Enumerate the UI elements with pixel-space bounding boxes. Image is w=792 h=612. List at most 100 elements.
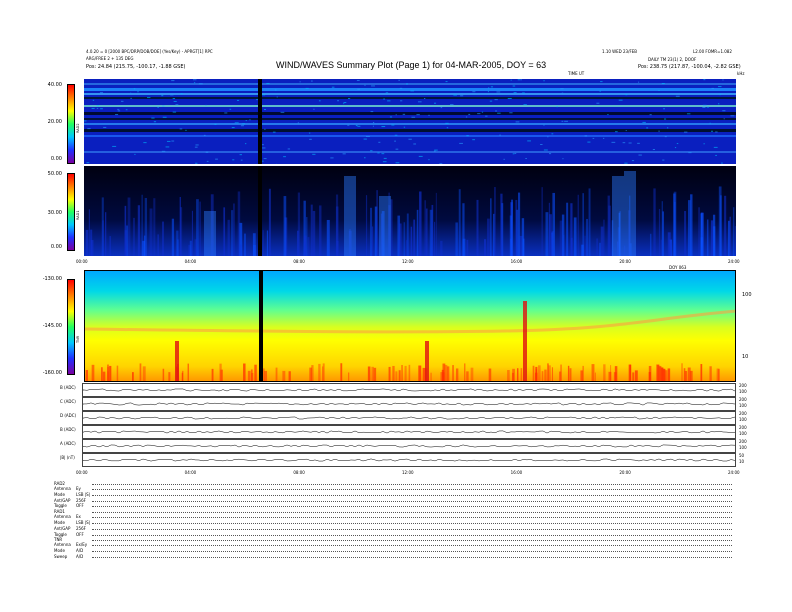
tnr-burst [523, 301, 527, 381]
rad2-speckle [514, 152, 517, 154]
rad1-streak [434, 221, 436, 256]
rad1-streak [179, 196, 181, 256]
rad2-speckle [394, 140, 396, 142]
rad2-speckle [466, 135, 469, 137]
rad2-speckle [512, 153, 515, 155]
rad1-streak [561, 214, 565, 256]
rad2-speckle [342, 153, 346, 155]
bottom-xtick-label: 08:00 [293, 470, 305, 475]
rad2-speckle [410, 90, 415, 92]
rad2-speckle [472, 139, 476, 141]
rad2-speckle [592, 137, 595, 139]
tnr-ytick-bottom: -160.00 [42, 370, 62, 376]
tnr-low-freq-mark [275, 367, 278, 381]
rad2-speckle [730, 115, 735, 117]
tnr-low-freq-mark [516, 368, 519, 381]
rad2-speckle [378, 141, 381, 143]
rad1-streak [227, 219, 230, 256]
rad2-speckle [596, 102, 600, 104]
tnr-low-freq-mark [395, 371, 398, 381]
tnr-low-freq-mark [541, 371, 544, 381]
rad1-xtick-label: 00:00 [76, 259, 88, 264]
rad2-speckle [112, 145, 117, 147]
rad2-speckle [395, 148, 399, 150]
rad2-speckle [622, 142, 626, 144]
rad2-speckle [96, 105, 100, 107]
rad1-streak [419, 191, 422, 256]
tnr-low-freq-mark [243, 363, 246, 381]
rad2-speckle [715, 154, 717, 156]
tnr-burst [425, 341, 429, 381]
rad2-speckle [662, 159, 665, 161]
rad1-streak [244, 233, 246, 256]
tnr-low-freq-mark [139, 363, 142, 381]
rad2-speckle [440, 107, 443, 109]
rad2-ylabel: RAD2 [76, 123, 80, 133]
rad2-speckle [203, 134, 206, 136]
tnr-low-freq-mark [162, 368, 165, 381]
rad1-burst [379, 196, 391, 256]
rad2-colorbar [67, 84, 75, 164]
rad2-speckle [276, 96, 278, 98]
rad1-ytick-top: 50.00 [47, 171, 62, 177]
rad2-speckle [171, 80, 175, 82]
rad2-speckle [494, 99, 498, 101]
trace-line-svg [83, 430, 735, 434]
rad2-speckle [472, 91, 476, 93]
rad1-streak [194, 239, 197, 256]
rad2-speckle [129, 92, 132, 94]
rad1-streak [585, 243, 588, 256]
trace-line [83, 458, 735, 462]
tnr-low-freq-mark [667, 368, 671, 381]
rad2-speckle [185, 129, 187, 131]
rad2-spectrogram-svg [84, 79, 736, 164]
rad2-speckle [134, 153, 136, 155]
rad2-speckle [638, 154, 642, 156]
rad2-speckle [711, 130, 714, 132]
rad1-streak [306, 217, 308, 256]
rad1-streak [517, 192, 521, 256]
tnr-low-freq-mark [247, 370, 251, 381]
footer-dotted-line [92, 557, 732, 558]
trace-right-tick: 100 [739, 431, 747, 436]
rad1-streak [687, 200, 691, 256]
rad1-streak [599, 242, 601, 256]
rad1-streak [268, 188, 271, 256]
rad2-speckle [115, 114, 119, 116]
rad2-speckle [460, 95, 464, 97]
rad2-speckle [520, 79, 522, 81]
rad1-streak [653, 188, 656, 256]
rad1-data-gap [258, 166, 262, 256]
rad1-streak [458, 189, 461, 256]
rad2-speckle [703, 79, 706, 81]
tnr-low-freq-mark [142, 366, 146, 381]
tnr-low-freq-mark [610, 365, 612, 381]
rad1-xtick-label: 08:00 [293, 259, 305, 264]
rad2-band [84, 88, 736, 91]
rad1-spectrogram-svg [84, 166, 736, 256]
tnr-low-freq-mark [392, 365, 395, 381]
rad2-speckle [517, 79, 521, 81]
rad2-speckle [445, 81, 448, 83]
footer-dotted-line [92, 528, 732, 530]
trace-right-tick: 200 [739, 425, 747, 430]
rad2-speckle [272, 131, 276, 133]
footer-param-key: Toggle [54, 503, 67, 509]
rad2-speckle [171, 140, 175, 142]
rad2-speckle [481, 111, 484, 113]
trace-right-tick: 200 [739, 411, 747, 416]
rad1-streak [487, 218, 490, 256]
rad2-speckle [192, 79, 197, 81]
rad2-speckle [664, 118, 667, 120]
tnr-low-freq-mark [551, 367, 554, 381]
tnr-ylabel: TNR [76, 335, 80, 343]
rad2-speckle [224, 112, 228, 114]
rad1-streak [462, 203, 465, 256]
rad2-speckle [515, 121, 520, 123]
rad1-streak [440, 240, 443, 256]
footer-dotted-line [92, 489, 732, 490]
bottom-xtick-label: 04:00 [184, 470, 197, 475]
tnr-low-freq-mark [187, 363, 190, 381]
rad2-speckle [205, 151, 209, 153]
rad1-streak [105, 212, 107, 256]
